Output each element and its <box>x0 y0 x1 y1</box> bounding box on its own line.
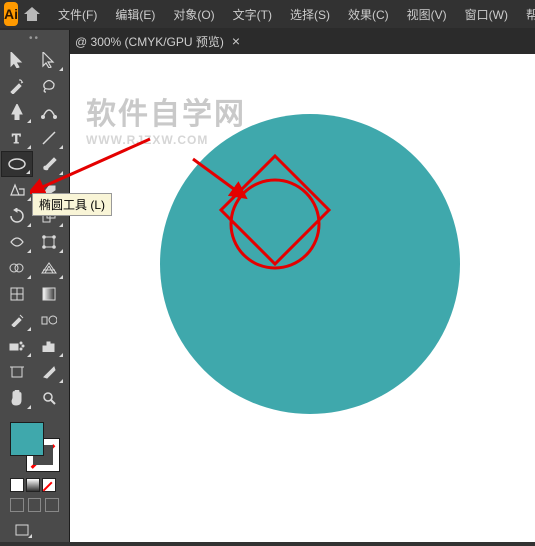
width-icon <box>9 236 25 248</box>
red-circle-icon <box>231 180 319 268</box>
artboard-tool[interactable] <box>1 359 33 385</box>
type-icon: T <box>10 131 24 145</box>
lasso-icon <box>41 79 57 93</box>
color-mode-row <box>4 476 65 494</box>
lasso-tool[interactable] <box>33 73 65 99</box>
brush-icon <box>41 156 57 172</box>
blend-icon <box>41 314 57 326</box>
draw-mode-row <box>4 494 65 516</box>
eyedropper-tool[interactable] <box>1 307 33 333</box>
shaper-icon <box>9 183 25 197</box>
shapebuilder-icon <box>9 261 25 275</box>
draw-normal[interactable] <box>10 498 24 512</box>
transform-icon <box>42 235 56 249</box>
watermark: 软件自学网 WWW.RJZXW.COM <box>86 89 246 147</box>
mesh-icon <box>10 287 24 301</box>
screen-icon <box>15 524 29 536</box>
magic-wand-tool[interactable] <box>1 73 33 99</box>
menu-file[interactable]: 文件(F) <box>52 2 103 27</box>
type-tool[interactable]: T <box>1 125 33 151</box>
screen-mode[interactable] <box>10 520 34 540</box>
artboard-icon <box>10 365 24 379</box>
hand-tool[interactable] <box>1 385 33 411</box>
symbol-sprayer-tool[interactable] <box>1 333 33 359</box>
menu-help[interactable]: 帮 <box>520 2 535 27</box>
graph-icon <box>42 340 56 352</box>
home-icon <box>24 7 40 21</box>
wand-icon <box>9 78 25 94</box>
ellipse-tool[interactable] <box>1 151 33 177</box>
document-tab-bar: @ 300% (CMYK/GPU 预览) × <box>0 28 535 54</box>
menu-effect[interactable]: 效果(C) <box>342 2 395 27</box>
paintbrush-tool[interactable] <box>33 151 65 177</box>
artwork-red-shapes <box>215 150 385 320</box>
tools-panel: •• T <box>0 30 70 542</box>
line-icon <box>41 130 57 146</box>
ellipse-icon <box>8 158 26 170</box>
document-tab-close[interactable]: × <box>232 33 240 49</box>
draw-behind[interactable] <box>28 498 42 512</box>
rotate-tool[interactable] <box>1 203 33 229</box>
fill-swatch[interactable] <box>10 422 44 456</box>
cursor-outline-icon <box>42 52 56 68</box>
perspective-icon <box>41 262 57 274</box>
canvas[interactable]: 软件自学网 WWW.RJZXW.COM <box>70 54 535 542</box>
free-transform-tool[interactable] <box>33 229 65 255</box>
menu-type[interactable]: 文字(T) <box>227 2 278 27</box>
color-mode-gradient[interactable] <box>26 478 40 492</box>
shaper-tool[interactable] <box>1 177 33 203</box>
color-mode-fill[interactable] <box>10 478 24 492</box>
fill-stroke-swatch[interactable] <box>10 422 60 472</box>
svg-text:T: T <box>12 132 21 145</box>
document-tab-title[interactable]: @ 300% (CMYK/GPU 预览) <box>75 33 224 50</box>
cursor-icon <box>10 52 24 68</box>
zoom-icon <box>42 391 56 405</box>
screen-mode-row <box>4 516 65 544</box>
line-segment-tool[interactable] <box>33 125 65 151</box>
menu-window[interactable]: 窗口(W) <box>459 2 514 27</box>
width-tool[interactable] <box>1 229 33 255</box>
tool-tooltip: 椭圆工具 (L) <box>32 193 112 216</box>
mesh-tool[interactable] <box>1 281 33 307</box>
gradient-tool[interactable] <box>33 281 65 307</box>
column-graph-tool[interactable] <box>33 333 65 359</box>
spray-icon <box>9 340 25 352</box>
rotate-icon <box>9 208 25 224</box>
selection-tool[interactable] <box>1 47 33 73</box>
draw-inside[interactable] <box>45 498 59 512</box>
hand-icon <box>10 390 24 406</box>
zoom-tool[interactable] <box>33 385 65 411</box>
pen-tool[interactable] <box>1 99 33 125</box>
menubar: Ai 文件(F) 编辑(E) 对象(O) 文字(T) 选择(S) 效果(C) 视… <box>0 0 535 28</box>
color-mode-none[interactable] <box>42 478 56 492</box>
tools-grid: T <box>0 46 69 412</box>
menu-select[interactable]: 选择(S) <box>284 2 336 27</box>
color-swatches <box>0 416 69 546</box>
curvature-icon <box>41 105 57 119</box>
menu-edit[interactable]: 编辑(E) <box>109 2 161 27</box>
menu-object[interactable]: 对象(O) <box>167 2 220 27</box>
slice-icon <box>42 365 56 379</box>
menu-view[interactable]: 视图(V) <box>401 2 453 27</box>
eyedropper-icon <box>10 313 24 327</box>
curvature-tool[interactable] <box>33 99 65 125</box>
blend-tool[interactable] <box>33 307 65 333</box>
slice-tool[interactable] <box>33 359 65 385</box>
gradient-icon <box>42 287 56 301</box>
app-logo: Ai <box>4 2 18 26</box>
watermark-main: 软件自学网 <box>86 98 246 131</box>
home-button[interactable] <box>24 2 40 26</box>
shape-builder-tool[interactable] <box>1 255 33 281</box>
panel-grip[interactable]: •• <box>0 30 69 46</box>
perspective-grid-tool[interactable] <box>33 255 65 281</box>
pen-icon <box>10 104 24 120</box>
direct-selection-tool[interactable] <box>33 47 65 73</box>
